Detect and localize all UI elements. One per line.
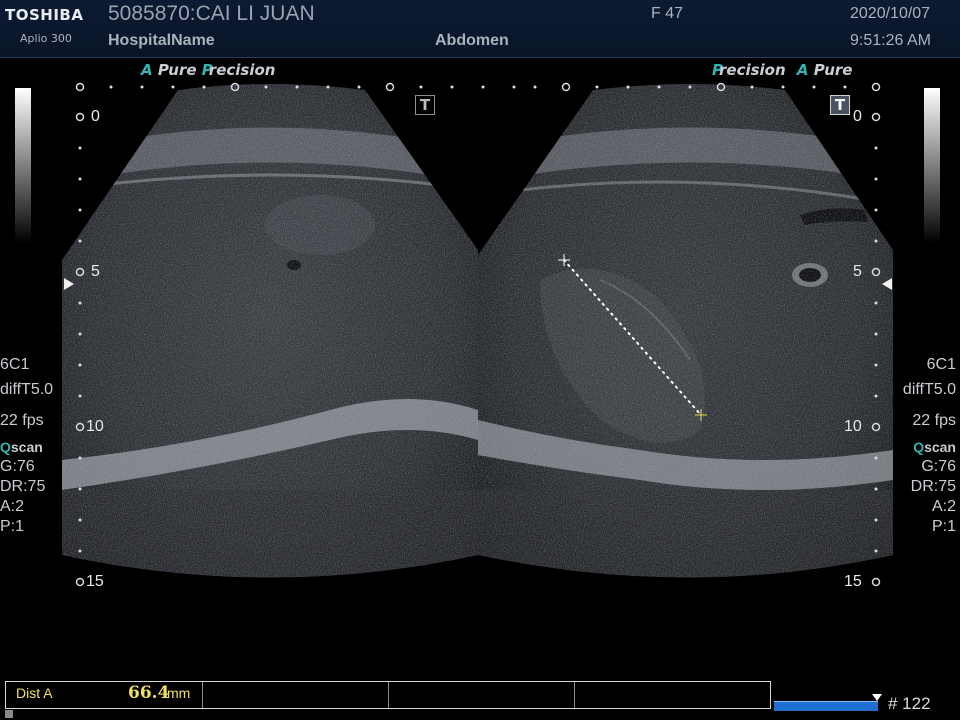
right-depth-15: 15 [844,573,862,590]
left-focus-marker[interactable] [64,278,74,290]
left-qscan-q: Q [0,439,11,455]
right-grayscale-bar [924,88,940,243]
right-depth-5: 5 [853,263,862,280]
measurement-table: Dist A 66.4 mm [5,681,771,709]
left-a-value: A:2 [0,498,25,515]
right-tech-pure: Pure [813,61,853,79]
left-depth-15: 15 [86,573,104,590]
cine-start-marker [5,710,13,718]
right-tech-a: A [796,61,809,79]
left-probe: 6C1 [0,356,30,373]
ultrasound-images [62,82,893,587]
left-grayscale-bar [15,88,31,243]
left-dynamic-range: DR:75 [0,478,46,495]
left-ultrasound-image [62,84,478,578]
cine-position-marker[interactable] [872,694,882,701]
right-qscan: Qscan [913,437,956,457]
left-tech-label: A Pure Precision [141,61,275,79]
right-focus-marker[interactable] [882,278,892,290]
right-ultrasound-image [478,84,893,578]
measurement-cell-empty-2 [388,682,575,708]
measurement-unit: mm [167,685,191,701]
left-tech-pure: Pure [157,61,197,79]
measurement-cell-empty-1 [202,682,389,708]
right-depth-0: 0 [853,108,862,125]
right-tech-label: Precision A Pure [712,61,852,79]
left-tech-recision: recision [208,61,276,79]
left-tech-a: A [141,61,153,79]
right-qscan-q: Q [913,439,925,455]
measurement-cell-dist-a[interactable]: Dist A 66.4 mm [6,682,203,708]
right-gain: G:76 [921,458,956,475]
left-depth-10: 10 [86,418,104,435]
right-a-value: A:2 [931,498,956,515]
right-depth-10: 10 [844,418,862,435]
left-qscan: Qscan [0,437,43,457]
left-depth-5: 5 [91,263,100,280]
left-frame-rate: 22 fps [0,412,44,429]
measurement-label: Dist A [16,685,53,701]
right-tech-recision: recision [719,61,786,79]
right-image-t-button[interactable]: T [830,95,850,115]
right-frame-rate: 22 fps [912,412,956,429]
right-p-value: P:1 [931,518,956,535]
left-depth-0: 0 [91,108,100,125]
left-p-value: P:1 [0,518,25,535]
measurement-cell-empty-3 [574,682,770,708]
left-gain: G:76 [0,458,35,475]
frame-number: # 122 [888,694,931,713]
left-image-t-button[interactable]: T [415,95,435,115]
right-frequency: diffT5.0 [902,381,956,398]
left-qscan-rest: scan [10,439,43,455]
right-probe: 6C1 [926,356,956,373]
right-dynamic-range: DR:75 [910,478,956,495]
cine-loop-bar[interactable] [774,701,878,711]
measurement-value: 66.4 [128,683,170,703]
right-qscan-rest: scan [924,439,956,455]
left-frequency: diffT5.0 [0,381,54,398]
